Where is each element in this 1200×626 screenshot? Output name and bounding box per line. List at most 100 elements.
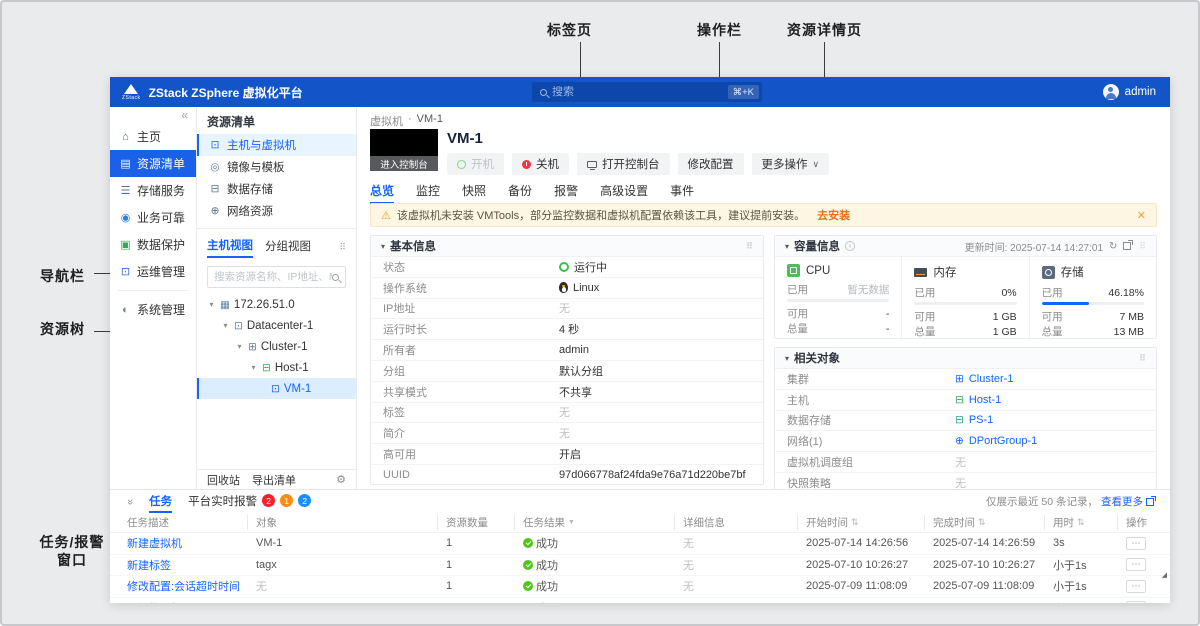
view-more-link[interactable]: 查看更多 bbox=[1101, 494, 1143, 509]
inventory-item-network[interactable]: ⊕ 网络资源 bbox=[197, 200, 356, 222]
disk-icon bbox=[1042, 266, 1055, 279]
tree-node-vm[interactable]: ⊡ VM-1 bbox=[197, 378, 356, 399]
storage-usage-bar bbox=[1042, 302, 1144, 305]
system-icon: ◐ bbox=[119, 304, 132, 316]
host-link[interactable]: ⊟Host-1 bbox=[955, 394, 1001, 406]
sidebar-item-home[interactable]: ⌂ 主页 bbox=[110, 123, 196, 150]
enter-console-button[interactable]: 进入控制台 bbox=[370, 156, 438, 171]
user-menu[interactable]: admin bbox=[1103, 77, 1156, 107]
tab-snapshot[interactable]: 快照 bbox=[462, 179, 486, 204]
resize-handle-icon[interactable]: ◢ bbox=[1162, 571, 1167, 579]
tab-backup[interactable]: 备份 bbox=[508, 179, 532, 204]
more-actions-button[interactable]: 更多操作 ∨ bbox=[752, 153, 830, 175]
inventory-item-datastore[interactable]: ⊟ 数据存储 bbox=[197, 178, 356, 200]
row-more-button[interactable]: ⋯ bbox=[1126, 558, 1146, 571]
search-icon bbox=[540, 89, 547, 96]
sidebar-item-storage[interactable]: ☰ 存储服务 bbox=[110, 177, 196, 204]
export-list-link[interactable]: 导出清单 bbox=[252, 472, 296, 488]
drag-handle-icon[interactable]: ⠿ bbox=[746, 241, 753, 252]
tab-events[interactable]: 事件 bbox=[670, 179, 694, 204]
drag-handle-icon[interactable]: ⠿ bbox=[1139, 353, 1146, 364]
brand-title: ZStack ZSphere 虚拟化平台 bbox=[149, 84, 303, 101]
inventory-item-images[interactable]: ◎ 镜像与模板 bbox=[197, 156, 356, 178]
tree-node-cluster[interactable]: ▾ ⊞ Cluster-1 bbox=[197, 336, 356, 357]
tab-monitor[interactable]: 监控 bbox=[416, 179, 440, 204]
sort-icon[interactable]: ⇅ bbox=[978, 517, 986, 528]
datastore-icon: ⊟ bbox=[955, 414, 964, 426]
power-off-button[interactable]: 关机 bbox=[512, 153, 569, 175]
expand-arrow-icon[interactable]: ▾ bbox=[249, 363, 258, 372]
sidebar-item-reliability[interactable]: ◉ 业务可靠 bbox=[110, 204, 196, 231]
modify-config-button[interactable]: 修改配置 bbox=[678, 153, 744, 175]
console-thumbnail[interactable]: 进入控制台 bbox=[370, 129, 438, 171]
panel-collapse-icon[interactable]: » bbox=[124, 498, 136, 504]
site-icon: ▦ bbox=[220, 299, 230, 311]
power-on-button[interactable]: 开机 bbox=[447, 153, 504, 175]
breadcrumb-parent[interactable]: 虚拟机 bbox=[370, 113, 403, 129]
tree-search-input[interactable] bbox=[214, 271, 332, 283]
sidebar-item-inventory[interactable]: ▤ 资源清单 bbox=[110, 150, 196, 177]
cluster-icon: ⊞ bbox=[955, 373, 964, 385]
task-desc-link[interactable]: 新建虚拟机 bbox=[127, 535, 247, 551]
close-icon[interactable]: ✕ bbox=[1137, 209, 1146, 222]
tab-realtime-alarms[interactable]: 平台实时报警 2 1 2 bbox=[188, 490, 311, 513]
username: admin bbox=[1125, 86, 1156, 98]
inventory-icon: ▤ bbox=[119, 157, 132, 170]
cluster-icon: ⊞ bbox=[248, 341, 257, 353]
task-desc-link[interactable]: 修改配置:会话超时时间 bbox=[127, 578, 247, 594]
network-link[interactable]: ⊕DPortGroup-1 bbox=[955, 435, 1037, 447]
chevron-down-icon: ∨ bbox=[813, 159, 820, 170]
task-desc-link[interactable]: 新建标签 bbox=[127, 557, 247, 573]
expand-arrow-icon[interactable]: ▾ bbox=[235, 342, 244, 351]
collapse-caret-icon[interactable]: ▾ bbox=[381, 242, 385, 251]
task-desc-link[interactable]: 添加物理机 bbox=[127, 600, 247, 603]
sidebar-item-data-protect[interactable]: ▣ 数据保护 bbox=[110, 231, 196, 258]
tab-group-view[interactable]: 分组视图 bbox=[265, 238, 311, 257]
running-status-icon bbox=[559, 262, 569, 272]
gear-icon[interactable]: ⚙ bbox=[336, 473, 346, 486]
tab-advanced[interactable]: 高级设置 bbox=[600, 179, 648, 204]
tab-tasks[interactable]: 任务 bbox=[149, 490, 172, 513]
drag-handle-icon[interactable]: ⠿ bbox=[1139, 241, 1146, 252]
filter-icon[interactable]: ▼ bbox=[568, 519, 575, 526]
external-link-icon[interactable] bbox=[1123, 242, 1131, 250]
vmtools-alert-banner: ⚠ 该虚拟机未安装 VMTools，部分监控数据和虚拟机配置依赖该工具，建议提前… bbox=[370, 203, 1157, 227]
row-more-button[interactable]: ⋯ bbox=[1126, 601, 1146, 603]
row-more-button[interactable]: ⋯ bbox=[1126, 580, 1146, 593]
inventory-item-hosts-vms[interactable]: ⊡ 主机与虚拟机 bbox=[197, 134, 356, 156]
collapse-caret-icon[interactable]: ▾ bbox=[785, 354, 789, 363]
global-search[interactable]: ⌘+K bbox=[532, 82, 762, 102]
tree-node-datacenter[interactable]: ▾ ⊡ Datacenter-1 bbox=[197, 315, 356, 336]
cluster-link[interactable]: ⊞Cluster-1 bbox=[955, 373, 1013, 385]
task-row: 修改配置:会话超时时间 无 1 成功 无 2025-07-09 11:08:09… bbox=[110, 576, 1170, 598]
sidebar-item-system[interactable]: ◐ 系统管理 bbox=[110, 296, 196, 323]
recycle-bin-link[interactable]: 回收站 bbox=[207, 472, 240, 488]
sidebar-collapse-icon[interactable]: « bbox=[110, 107, 196, 123]
collapse-caret-icon[interactable]: ▾ bbox=[785, 242, 789, 251]
sidebar-item-ops[interactable]: ⊡ 运维管理 bbox=[110, 258, 196, 285]
sort-icon[interactable]: ⇅ bbox=[851, 517, 859, 528]
tab-alarm[interactable]: 报警 bbox=[554, 179, 578, 204]
tree-node-host[interactable]: ▾ ⊟ Host-1 bbox=[197, 357, 356, 378]
expand-arrow-icon[interactable]: ▾ bbox=[221, 321, 230, 330]
tree-node-site[interactable]: ▾ ▦ 172.26.51.0 bbox=[197, 294, 356, 315]
datastore-icon: ⊟ bbox=[209, 183, 221, 195]
install-link[interactable]: 去安装 bbox=[817, 207, 850, 223]
sidebar-divider bbox=[118, 290, 188, 291]
tab-host-view[interactable]: 主机视图 bbox=[207, 237, 253, 258]
related-row: 网络(1)⊕DPortGroup-1 bbox=[775, 431, 1156, 452]
row-more-button[interactable]: ⋯ bbox=[1126, 537, 1146, 550]
info-row: 标签无 bbox=[371, 403, 763, 424]
refresh-icon[interactable]: ↻ bbox=[1109, 241, 1117, 252]
annotation-action-bar: 操作栏 bbox=[697, 20, 742, 40]
view-settings-icon[interactable]: ⠿ bbox=[339, 242, 346, 253]
global-search-input[interactable] bbox=[552, 86, 728, 98]
basic-info-header: ▾ 基本信息 ⠿ bbox=[371, 236, 763, 257]
datastore-link[interactable]: ⊟PS-1 bbox=[955, 414, 993, 426]
sort-icon[interactable]: ⇅ bbox=[1077, 517, 1085, 528]
tree-search-box[interactable] bbox=[207, 266, 346, 288]
expand-arrow-icon[interactable]: ▾ bbox=[207, 300, 216, 309]
tab-overview[interactable]: 总览 bbox=[370, 179, 394, 204]
basic-info-panel: ▾ 基本信息 ⠿ 状态运行中 操作系统Linux IP地址无 运行时长4 秒 所… bbox=[370, 235, 764, 485]
open-console-button[interactable]: 打开控制台 bbox=[577, 153, 670, 175]
